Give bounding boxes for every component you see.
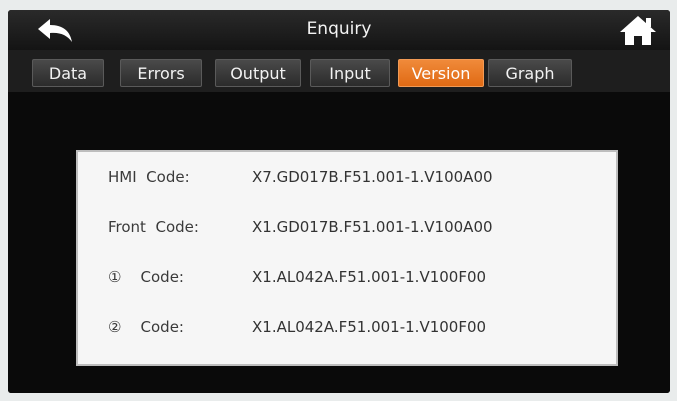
version-row-2: ② Code: X1.AL042A.F51.001-1.V100F00 xyxy=(78,314,616,340)
version-label: Front Code: xyxy=(108,218,199,236)
version-row-hmi: HMI Code: X7.GD017B.F51.001-1.V100A00 xyxy=(78,164,616,190)
version-panel: HMI Code: X7.GD017B.F51.001-1.V100A00 Fr… xyxy=(76,150,618,366)
content-area: HMI Code: X7.GD017B.F51.001-1.V100A00 Fr… xyxy=(8,92,670,393)
version-label: HMI Code: xyxy=(108,168,190,186)
version-value: X1.AL042A.F51.001-1.V100F00 xyxy=(252,268,487,286)
tab-errors[interactable]: Errors xyxy=(120,59,202,87)
tab-output[interactable]: Output xyxy=(215,59,301,87)
tab-data[interactable]: Data xyxy=(32,59,104,87)
title-bar: Enquiry xyxy=(8,10,670,50)
version-row-front: Front Code: X1.GD017B.F51.001-1.V100A00 xyxy=(78,214,616,240)
version-label: ② Code: xyxy=(108,318,184,336)
back-arrow-icon xyxy=(38,19,72,42)
version-label: ① Code: xyxy=(108,268,184,286)
page-title: Enquiry xyxy=(306,19,372,39)
home-icon xyxy=(620,16,656,45)
tab-graph[interactable]: Graph xyxy=(488,59,572,87)
version-value: X7.GD017B.F51.001-1.V100A00 xyxy=(252,168,493,186)
hmi-screen: Enquiry Data Errors Output Input Version… xyxy=(8,10,670,393)
tab-version[interactable]: Version xyxy=(398,59,484,87)
tab-bar: Data Errors Output Input Version Graph xyxy=(8,50,670,92)
version-value: X1.GD017B.F51.001-1.V100A00 xyxy=(252,218,493,236)
back-button[interactable] xyxy=(36,16,76,44)
version-row-1: ① Code: X1.AL042A.F51.001-1.V100F00 xyxy=(78,264,616,290)
device-frame: Enquiry Data Errors Output Input Version… xyxy=(0,0,677,401)
tab-input[interactable]: Input xyxy=(310,59,390,87)
home-button[interactable] xyxy=(618,14,658,46)
version-value: X1.AL042A.F51.001-1.V100F00 xyxy=(252,318,487,336)
